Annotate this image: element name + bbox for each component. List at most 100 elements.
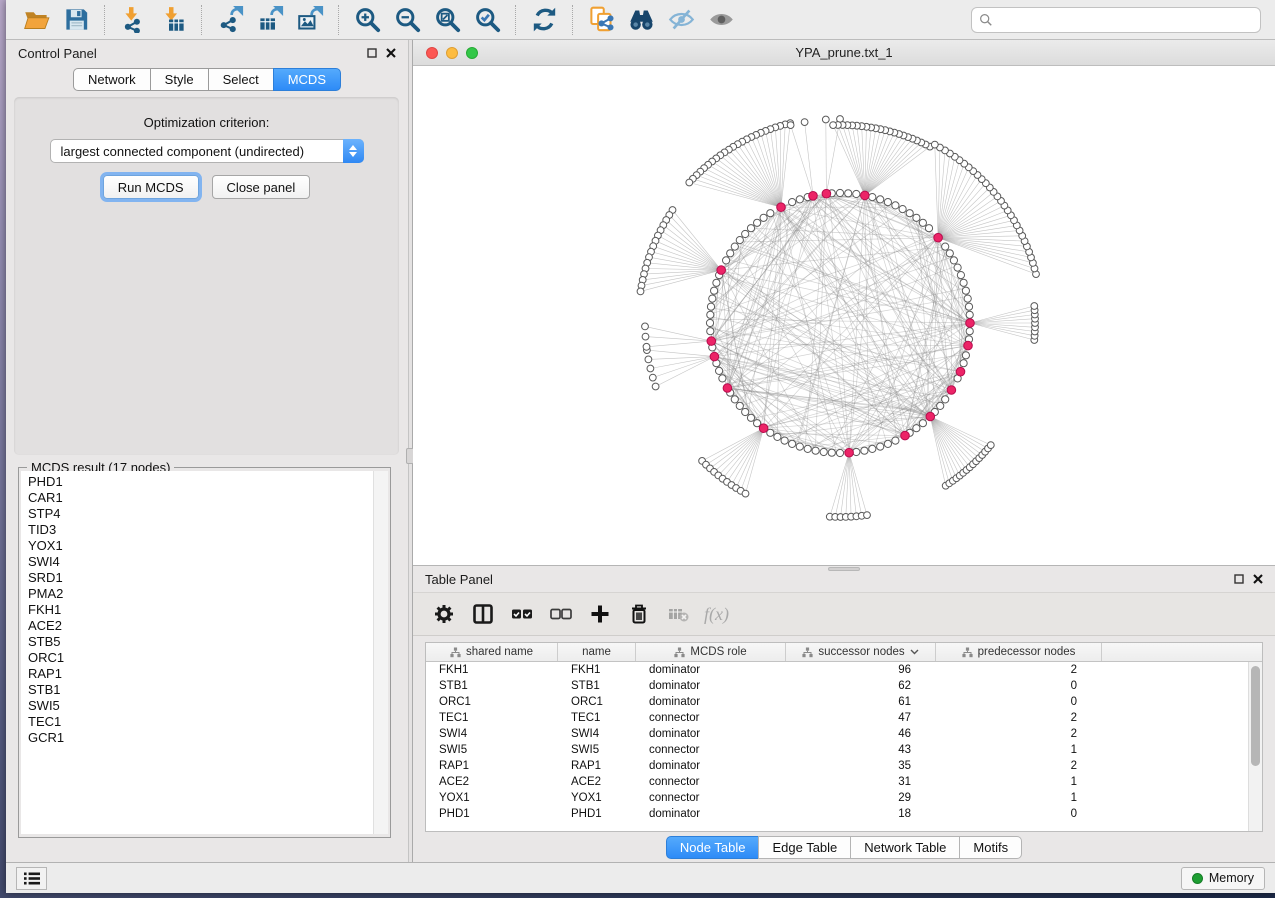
refresh-view-button[interactable] [524,4,564,36]
mcds-result-item[interactable]: STP4 [28,506,373,522]
mcds-result-item[interactable]: ORC1 [28,650,373,666]
column-header-shared-name[interactable]: shared name [426,643,558,661]
run-mcds-button[interactable]: Run MCDS [103,175,199,199]
table-row[interactable]: FKH1FKH1dominator962 [426,662,1262,678]
zoom-out-button[interactable] [387,4,427,36]
table-row[interactable]: SWI4SWI4dominator462 [426,726,1262,742]
zoom-selected-button[interactable] [467,4,507,36]
network-graph[interactable] [413,66,1275,565]
tab-motifs[interactable]: Motifs [959,836,1022,859]
split-panel-button[interactable] [466,598,499,630]
table-row[interactable]: TEC1TEC1connector472 [426,710,1262,726]
mcds-result-item[interactable]: CAR1 [28,490,373,506]
column-label: successor nodes [818,646,904,658]
delete-column-button[interactable] [622,598,655,630]
network-window-titlebar[interactable]: YPA_prune.txt_1 [413,40,1275,66]
close-table-panel-icon[interactable] [1253,574,1263,584]
save-session-button[interactable] [56,4,96,36]
tab-style[interactable]: Style [150,68,208,91]
mcds-result-item[interactable]: FKH1 [28,602,373,618]
select-all-button[interactable] [505,598,538,630]
network-view-panel: YPA_prune.txt_1 [413,40,1275,565]
tab-network[interactable]: Network [73,68,150,91]
mcds-result-item[interactable]: PMA2 [28,586,373,602]
cell-predecessor-nodes: 0 [936,696,1102,708]
zoom-fit-button[interactable] [427,4,467,36]
tab-mcds[interactable]: MCDS [273,68,341,91]
table-row[interactable]: SWI5SWI5connector431 [426,742,1262,758]
mcds-result-item[interactable]: ACE2 [28,618,373,634]
export-image-button[interactable] [290,4,330,36]
cell-mcds-role: dominator [636,808,786,820]
close-panel-button[interactable]: Close panel [212,175,311,199]
show-all-button[interactable] [701,4,741,36]
column-header-successor-nodes[interactable]: successor nodes [786,643,936,661]
search-input[interactable] [998,12,1253,27]
float-table-panel-icon[interactable] [1234,574,1244,584]
split-panel-icon [472,603,494,625]
memory-label: Memory [1209,871,1254,885]
table-row[interactable]: RAP1RAP1dominator352 [426,758,1262,774]
open-file-button[interactable] [16,4,56,36]
zoom-fit-icon [434,6,461,33]
table-row[interactable]: PHD1PHD1dominator180 [426,806,1262,822]
cell-successor-nodes: 18 [786,808,936,820]
table-row[interactable]: ACE2ACE2connector311 [426,774,1262,790]
memory-button[interactable]: Memory [1181,867,1265,890]
mcds-result-item[interactable]: GCR1 [28,730,373,746]
float-panel-icon[interactable] [367,48,377,58]
mcds-result-item[interactable]: YOX1 [28,538,373,554]
export-network-button[interactable] [210,4,250,36]
mcds-result-item[interactable]: RAP1 [28,666,373,682]
close-panel-icon[interactable] [386,48,396,58]
export-table-button[interactable] [250,4,290,36]
hide-selected-button[interactable] [661,4,701,36]
attribute-type-icon [674,647,685,658]
add-column-button[interactable] [583,598,616,630]
table-row[interactable]: STB1STB1dominator620 [426,678,1262,694]
import-table-button[interactable] [153,4,193,36]
mcds-result-item[interactable]: PHD1 [28,474,373,490]
table-row[interactable]: YOX1YOX1connector291 [426,790,1262,806]
table-body: FKH1FKH1dominator962STB1STB1dominator620… [426,662,1262,822]
column-header-mcds-role[interactable]: MCDS role [636,643,786,661]
tab-select[interactable]: Select [208,68,273,91]
mcds-result-item[interactable]: SRD1 [28,570,373,586]
table-row[interactable]: ORC1ORC1dominator610 [426,694,1262,710]
column-header-name[interactable]: name [558,643,636,661]
cell-mcds-role: connector [636,744,786,756]
open-file-icon [23,6,50,33]
clone-network-button[interactable] [581,4,621,36]
mcds-result-item[interactable]: SWI5 [28,698,373,714]
criterion-dropdown[interactable]: largest connected component (undirected) [50,139,364,163]
cell-successor-nodes: 61 [786,696,936,708]
tab-edge-table[interactable]: Edge Table [758,836,850,859]
attribute-type-icon [450,647,461,658]
search-network-button[interactable] [621,4,661,36]
table-scrollbar-thumb[interactable] [1251,666,1260,766]
cell-shared-name: ORC1 [426,696,558,708]
mcds-result-item[interactable]: STB1 [28,682,373,698]
table-scrollbar[interactable] [1248,662,1262,831]
mcds-result-list[interactable]: PHD1CAR1STP4TID3YOX1SWI4SRD1PMA2FKH1ACE2… [21,471,374,834]
tab-network-table[interactable]: Network Table [850,836,959,859]
mcds-result-item[interactable]: STB5 [28,634,373,650]
mcds-result-item[interactable]: SWI4 [28,554,373,570]
search-box[interactable] [971,7,1261,33]
zoom-in-button[interactable] [347,4,387,36]
mcds-result-item[interactable]: TEC1 [28,714,373,730]
satellite-nodes[interactable] [637,116,1039,521]
cell-mcds-role: connector [636,776,786,788]
network-canvas[interactable] [413,66,1275,565]
import-network-button[interactable] [113,4,153,36]
table-splitter-grip[interactable] [828,567,860,571]
mcds-list-scrollbar[interactable] [374,471,388,834]
column-label: shared name [466,646,533,658]
column-header-predecessor-nodes[interactable]: predecessor nodes [936,643,1102,661]
task-history-button[interactable] [16,867,47,890]
deselect-all-button[interactable] [544,598,577,630]
table-settings-button[interactable] [427,598,460,630]
cell-successor-nodes: 47 [786,712,936,724]
tab-node-table[interactable]: Node Table [666,836,759,859]
mcds-result-item[interactable]: TID3 [28,522,373,538]
